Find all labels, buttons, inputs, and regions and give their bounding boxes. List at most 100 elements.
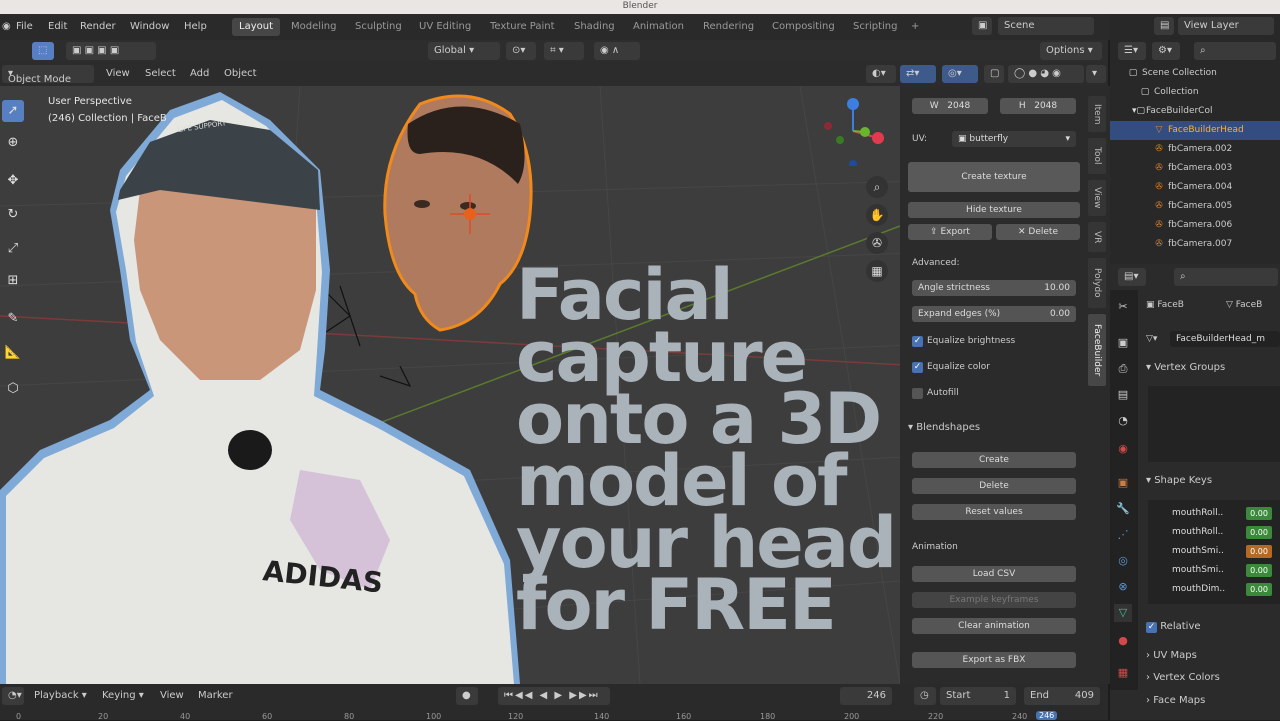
properties-search-icon[interactable]: ⌕: [1174, 268, 1278, 286]
view-layer-properties-icon[interactable]: ▤: [1114, 386, 1132, 404]
blender-logo-icon[interactable]: ◉: [2, 21, 11, 32]
menu-add[interactable]: Add: [190, 68, 209, 79]
menu-select[interactable]: Select: [145, 68, 176, 79]
tool-properties-icon[interactable]: ✂: [1114, 298, 1132, 316]
mesh-data-field[interactable]: FaceBuilderHead_m: [1170, 331, 1280, 347]
selection-mode-icons[interactable]: ▣ ▣ ▣ ▣: [66, 42, 156, 60]
tab-scripting[interactable]: Scripting: [846, 18, 904, 36]
pivot-icon[interactable]: ⊙▾: [506, 42, 536, 60]
relative-checkbox[interactable]: ✓: [1146, 622, 1157, 633]
example-keyframes-button[interactable]: Example keyframes: [912, 592, 1076, 608]
create-texture-button[interactable]: Create texture: [908, 162, 1080, 192]
tab-modeling[interactable]: Modeling: [284, 18, 344, 36]
timeline-editor-icon[interactable]: ◔▾: [2, 687, 24, 705]
current-frame-field[interactable]: 246: [840, 687, 892, 705]
playback-menu[interactable]: Playback ▾: [28, 687, 94, 705]
outliner-row[interactable]: ▢ Collection: [1110, 83, 1280, 102]
delete-blendshapes-button[interactable]: Delete: [912, 478, 1076, 494]
tab-compositing[interactable]: Compositing: [765, 18, 842, 36]
timeline-view-menu[interactable]: View: [154, 687, 190, 705]
outliner-row[interactable]: ✇ fbCamera.003: [1110, 159, 1280, 178]
menu-window[interactable]: Window: [130, 21, 169, 32]
uv-dropdown[interactable]: ▣ butterfly ▾: [952, 131, 1076, 147]
overlay-toggle-icon[interactable]: ◎▾: [942, 65, 978, 83]
record-icon[interactable]: ●: [456, 687, 478, 705]
menu-help[interactable]: Help: [184, 21, 207, 32]
render-properties-icon[interactable]: ▣: [1114, 334, 1132, 352]
tab-vr[interactable]: VR: [1088, 222, 1106, 252]
outliner-row[interactable]: ✇ fbCamera.005: [1110, 197, 1280, 216]
tab-tool[interactable]: Tool: [1088, 138, 1106, 174]
outliner-row[interactable]: ✇ fbCamera.002: [1110, 140, 1280, 159]
width-field[interactable]: W 2048: [912, 98, 988, 114]
tab-uv-editing[interactable]: UV Editing: [412, 18, 478, 36]
mesh-data-properties-icon[interactable]: ▽: [1114, 604, 1132, 622]
visibility-icon[interactable]: ◐▾: [866, 65, 896, 83]
end-frame-field[interactable]: End 409: [1024, 687, 1100, 705]
snap-icon[interactable]: ⌗ ▾: [544, 42, 584, 60]
scale-tool-icon[interactable]: ⤢: [2, 238, 24, 260]
playhead-indicator[interactable]: 246: [1036, 711, 1058, 720]
camera-view-icon[interactable]: ✇: [866, 232, 888, 254]
tab-animation[interactable]: Animation: [626, 18, 691, 36]
tab-texture-paint[interactable]: Texture Paint: [483, 18, 562, 36]
relative-option[interactable]: ✓ Relative: [1146, 621, 1201, 633]
shape-key-row[interactable]: mouthSmi.. 0.00: [1148, 561, 1280, 580]
cursor-tool-icon[interactable]: ⊕: [2, 132, 24, 154]
scene-properties-icon[interactable]: ◔: [1114, 412, 1132, 430]
physics-properties-icon[interactable]: ◎: [1114, 552, 1132, 570]
shading-mode-icons[interactable]: ◯ ● ◕ ◉: [1008, 65, 1084, 83]
expand-edges-field[interactable]: Expand edges (%) 0.00: [912, 306, 1076, 322]
move-tool-icon[interactable]: ✥: [2, 170, 24, 192]
pan-hand-icon[interactable]: ✋: [866, 204, 888, 226]
properties-type-icon[interactable]: ▤▾: [1118, 268, 1146, 286]
object-breadcrumb[interactable]: ▣ FaceB: [1146, 300, 1184, 310]
blendshapes-header[interactable]: ▾ Blendshapes: [908, 422, 980, 433]
reset-values-button[interactable]: Reset values: [912, 504, 1076, 520]
mesh-breadcrumb[interactable]: ▽ FaceB: [1226, 300, 1262, 310]
delete-texture-button[interactable]: ✕ Delete: [996, 224, 1080, 240]
measure-tool-icon[interactable]: 📐: [2, 342, 24, 364]
world-properties-icon[interactable]: ◉: [1114, 440, 1132, 458]
outliner-row[interactable]: ▢ Scene Collection: [1110, 64, 1280, 83]
select-tool-icon[interactable]: ➚: [2, 100, 24, 122]
scene-selector[interactable]: Scene: [998, 17, 1094, 35]
tab-sculpting[interactable]: Sculpting: [348, 18, 409, 36]
annotate-tool-icon[interactable]: ✎: [2, 308, 24, 330]
tab-facebuilder[interactable]: FaceBuilder: [1088, 314, 1106, 386]
tab-rendering[interactable]: Rendering: [696, 18, 761, 36]
equalize-brightness-checkbox[interactable]: ✓: [912, 336, 923, 347]
create-blendshapes-button[interactable]: Create: [912, 452, 1076, 468]
uv-maps-header[interactable]: › UV Maps: [1146, 650, 1197, 661]
vertex-colors-header[interactable]: › Vertex Colors: [1146, 672, 1220, 683]
outliner-row[interactable]: ▾▢FaceBuilderCol: [1110, 102, 1280, 121]
tab-layout[interactable]: Layout: [232, 18, 280, 36]
equalize-color-checkbox[interactable]: ✓: [912, 362, 923, 373]
shape-key-row[interactable]: mouthRoll.. 0.00: [1148, 523, 1280, 542]
gizmo-toggle-icon[interactable]: ⇄▾: [900, 65, 936, 83]
export-button[interactable]: ⇪ Export: [908, 224, 992, 240]
outliner-row[interactable]: ✇ fbCamera.004: [1110, 178, 1280, 197]
perspective-grid-icon[interactable]: ▦: [866, 260, 888, 282]
modifier-properties-icon[interactable]: 🔧: [1114, 500, 1132, 518]
keying-menu[interactable]: Keying ▾: [96, 687, 152, 705]
menu-edit[interactable]: Edit: [48, 21, 67, 32]
constraints-properties-icon[interactable]: ⊗: [1114, 578, 1132, 596]
angle-strictness-field[interactable]: Angle strictness 10.00: [912, 280, 1076, 296]
tab-view[interactable]: View: [1088, 180, 1106, 216]
tab-polydo[interactable]: Polydo: [1088, 258, 1106, 308]
transform-orientation-dropdown[interactable]: Global ▾: [428, 42, 500, 60]
mesh-data-selector-icon[interactable]: ▽▾: [1146, 334, 1157, 344]
view-layer-icon[interactable]: ▤: [1154, 17, 1174, 35]
output-properties-icon[interactable]: ⎙: [1114, 360, 1132, 378]
navigation-gizmo[interactable]: [818, 96, 888, 166]
outliner-filter-icon[interactable]: ⚙▾: [1152, 42, 1180, 60]
load-csv-button[interactable]: Load CSV: [912, 566, 1076, 582]
autofill-checkbox[interactable]: [912, 388, 923, 399]
playback-controls-icons[interactable]: ⏮◀◀ ◀ ▶ ▶▶⏭: [498, 687, 610, 705]
tab-shading[interactable]: Shading: [567, 18, 622, 36]
start-frame-field[interactable]: Start 1: [940, 687, 1016, 705]
xray-icon[interactable]: ▢: [984, 65, 1004, 83]
proportional-edit-icon[interactable]: ◉ ∧: [594, 42, 640, 60]
mode-dropdown[interactable]: Object Mode ▾: [2, 65, 94, 85]
